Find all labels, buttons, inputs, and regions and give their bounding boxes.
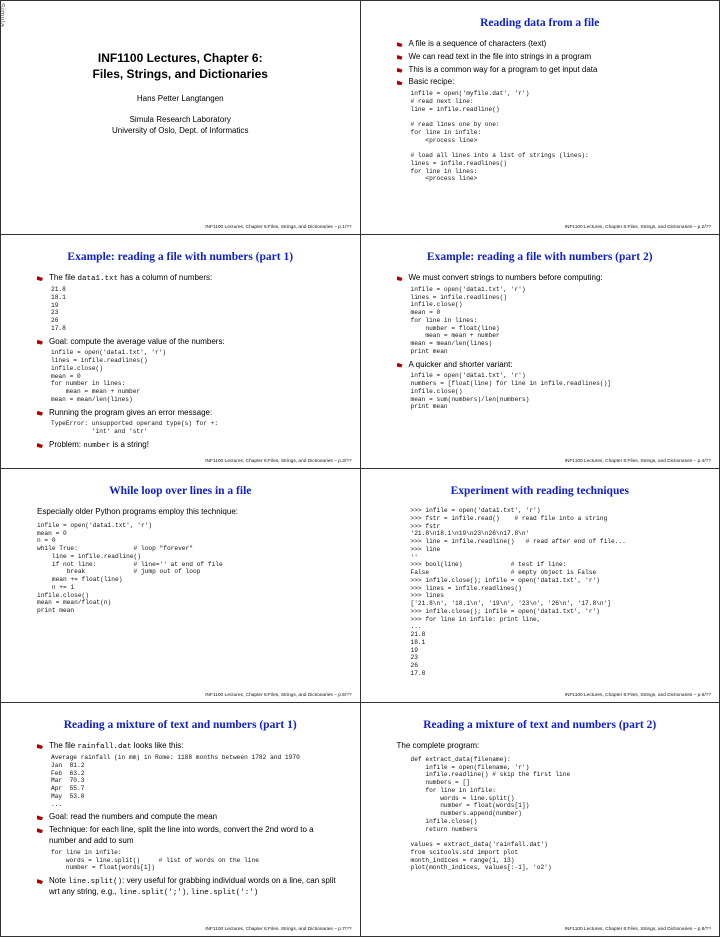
bullet: Technique: for each line, split the line…: [37, 825, 342, 847]
code-block: TypeError: unsupported operand type(s) f…: [51, 420, 342, 436]
code-block: infile = open('data1.txt', 'r') lines = …: [51, 349, 342, 403]
slide-heading: Reading a mixture of text and numbers (p…: [19, 719, 342, 731]
bullet: Running the program gives an error messa…: [37, 408, 342, 419]
course-title-line2: Files, Strings, and Dictionaries: [19, 67, 342, 83]
bullet: This is a common way for a program to ge…: [397, 65, 702, 76]
slide-heading: Reading a mixture of text and numbers (p…: [379, 719, 702, 731]
code-block: >>> infile = open('data1.txt', 'r') >>> …: [411, 507, 702, 678]
slide-mixture-part1: Reading a mixture of text and numbers (p…: [1, 703, 361, 937]
slide-heading: Reading data from a file: [379, 17, 702, 29]
intro-text: Especially older Python programs employ …: [37, 507, 342, 518]
affiliation-2: University of Oslo, Dept. of Informatics: [19, 126, 342, 137]
intro-text: The complete program:: [397, 741, 702, 752]
slide-footer: INF1100 Lectures, Chapter 6:Files, Strin…: [565, 459, 711, 464]
inline-code: line.split(':'): [191, 889, 259, 897]
slide-footer: INF1100 Lectures, Chapter 6:Files, Strin…: [205, 225, 351, 230]
slide-while-loop: While loop over lines in a file Especial…: [1, 469, 361, 703]
code-block: def extract_data(filename): infile = ope…: [411, 756, 702, 872]
bullet: Goal: read the numbers and compute the m…: [37, 812, 342, 823]
bullet: The file rainfall.dat looks like this:: [37, 741, 342, 752]
slide-footer: INF1100 Lectures, Chapter 6:Files, Strin…: [565, 693, 711, 698]
slide-heading: Example: reading a file with numbers (pa…: [379, 251, 702, 263]
inline-code: rainfall.dat: [77, 743, 131, 751]
code-block: infile = open('myfile.dat', 'r') # read …: [411, 90, 702, 183]
slide-footer: INF1100 Lectures, Chapter 6:Files, Strin…: [205, 927, 351, 932]
bullet: Note line.split(): very useful for grabb…: [37, 876, 342, 898]
slide-example-part2: Example: reading a file with numbers (pa…: [361, 235, 720, 469]
inline-code: number: [83, 442, 110, 450]
inline-code: line.split(): [68, 878, 122, 886]
bullet: Basic recipe:: [397, 77, 702, 88]
slide-handout-page: Simula INF1100 Lectures, Chapter 6: File…: [0, 0, 720, 937]
bullet: The file data1.txt has a column of numbe…: [37, 273, 342, 284]
watermark: Simula: [1, 3, 5, 27]
bullet: A file is a sequence of characters (text…: [397, 39, 702, 50]
slide-reading-data: Reading data from a file A file is a seq…: [361, 1, 720, 235]
slide-mixture-part2: Reading a mixture of text and numbers (p…: [361, 703, 720, 937]
affiliation-1: Simula Research Laboratory: [19, 115, 342, 126]
slide-footer: INF1100 Lectures, Chapter 6:Files, Strin…: [565, 927, 711, 932]
code-block: Average rainfall (in mm) in Rome: 1188 m…: [51, 754, 342, 808]
slide-heading: Experiment with reading techniques: [379, 485, 702, 497]
slide-title: Simula INF1100 Lectures, Chapter 6: File…: [1, 1, 361, 235]
inline-code: data1.txt: [77, 275, 118, 283]
bullet: Goal: compute the average value of the n…: [37, 337, 342, 348]
code-block: for line in infile: words = line.split()…: [51, 849, 342, 872]
slide-heading: While loop over lines in a file: [19, 485, 342, 497]
bullet: A quicker and shorter variant:: [397, 360, 702, 371]
slide-footer: INF1100 Lectures, Chapter 6:Files, Strin…: [205, 693, 351, 698]
code-block: infile = open('data1.txt', 'r') lines = …: [411, 286, 702, 356]
code-block: 21.8 18.1 19 23 26 17.8: [51, 286, 342, 333]
code-block: infile = open('data1.txt', 'r') mean = 0…: [37, 522, 342, 615]
slide-experiment: Experiment with reading techniques >>> i…: [361, 469, 720, 703]
author-name: Hans Petter Langtangen: [19, 94, 342, 103]
slide-footer: INF1100 Lectures, Chapter 6:Files, Strin…: [205, 459, 351, 464]
bullet: We can read text in the file into string…: [397, 52, 702, 63]
bullet: We must convert strings to numbers befor…: [397, 273, 702, 284]
inline-code: line.split(';'): [119, 889, 187, 897]
slide-heading: Example: reading a file with numbers (pa…: [19, 251, 342, 263]
bullet: Problem: number is a string!: [37, 440, 342, 451]
code-block: infile = open('data1.txt', 'r') numbers …: [411, 372, 702, 411]
slide-example-part1: Example: reading a file with numbers (pa…: [1, 235, 361, 469]
course-title-line1: INF1100 Lectures, Chapter 6:: [19, 51, 342, 67]
slide-footer: INF1100 Lectures, Chapter 6:Files, Strin…: [565, 225, 711, 230]
